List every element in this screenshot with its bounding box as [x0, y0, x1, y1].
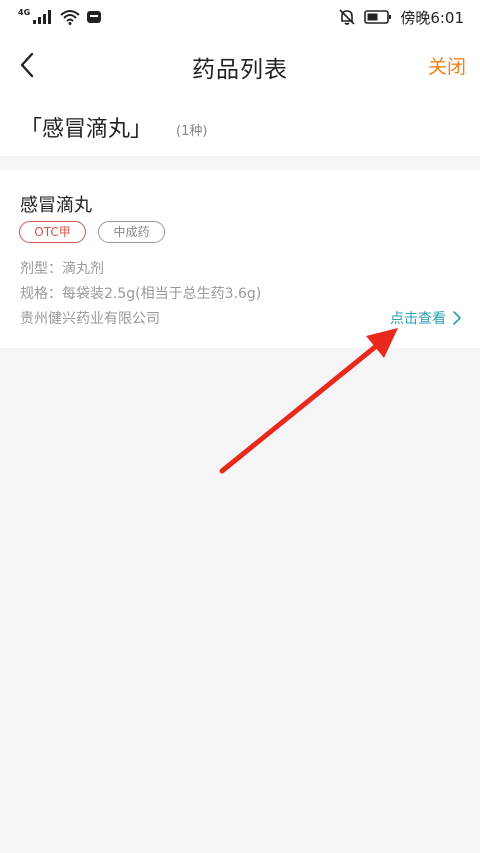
status-right: 傍晚6:01 [338, 6, 464, 28]
page-title: 药品列表 [192, 57, 288, 83]
signal-icon [33, 10, 52, 24]
specification: 规格：每袋装2.5g(相当于总生药3.6g) [20, 286, 262, 302]
status-bar: 4G 傍晚6:01 [0, 0, 480, 34]
category-tag: 中成药 [98, 221, 165, 243]
otc-tag: OTC甲 [19, 221, 86, 243]
search-term: 「感冒滴丸」 [20, 117, 153, 142]
manufacturer: 贵州健兴药业有限公司 [20, 311, 160, 327]
status-time: 傍晚6:01 [400, 8, 464, 27]
drug-name: 感冒滴丸 [20, 195, 92, 216]
screen: 4G 傍晚6:01 药品列表 关闭 「感冒滴丸」 (1种) 感冒滴丸 OTC甲 … [0, 0, 480, 853]
result-count: (1种) [176, 124, 208, 139]
bell-off-icon [339, 9, 355, 25]
drug-card[interactable]: 感冒滴丸 OTC甲 中成药 剂型：滴丸剂 规格：每袋装2.5g(相当于总生药3.… [0, 170, 480, 348]
notification-app-icon [87, 11, 102, 23]
view-detail-label: 点击查看 [390, 311, 446, 327]
dosage-form: 剂型：滴丸剂 [20, 261, 104, 277]
nav-bar: 药品列表 关闭 [0, 34, 480, 96]
status-left: 4G [18, 7, 102, 27]
chevron-right-icon [453, 311, 461, 325]
close-button[interactable]: 关闭 [428, 52, 466, 79]
wifi-icon [60, 10, 80, 25]
view-detail-link[interactable]: 点击查看 [390, 308, 462, 328]
network-type: 4G [18, 7, 31, 17]
results-header: 「感冒滴丸」 (1种) [0, 96, 480, 156]
battery-icon [364, 10, 392, 24]
